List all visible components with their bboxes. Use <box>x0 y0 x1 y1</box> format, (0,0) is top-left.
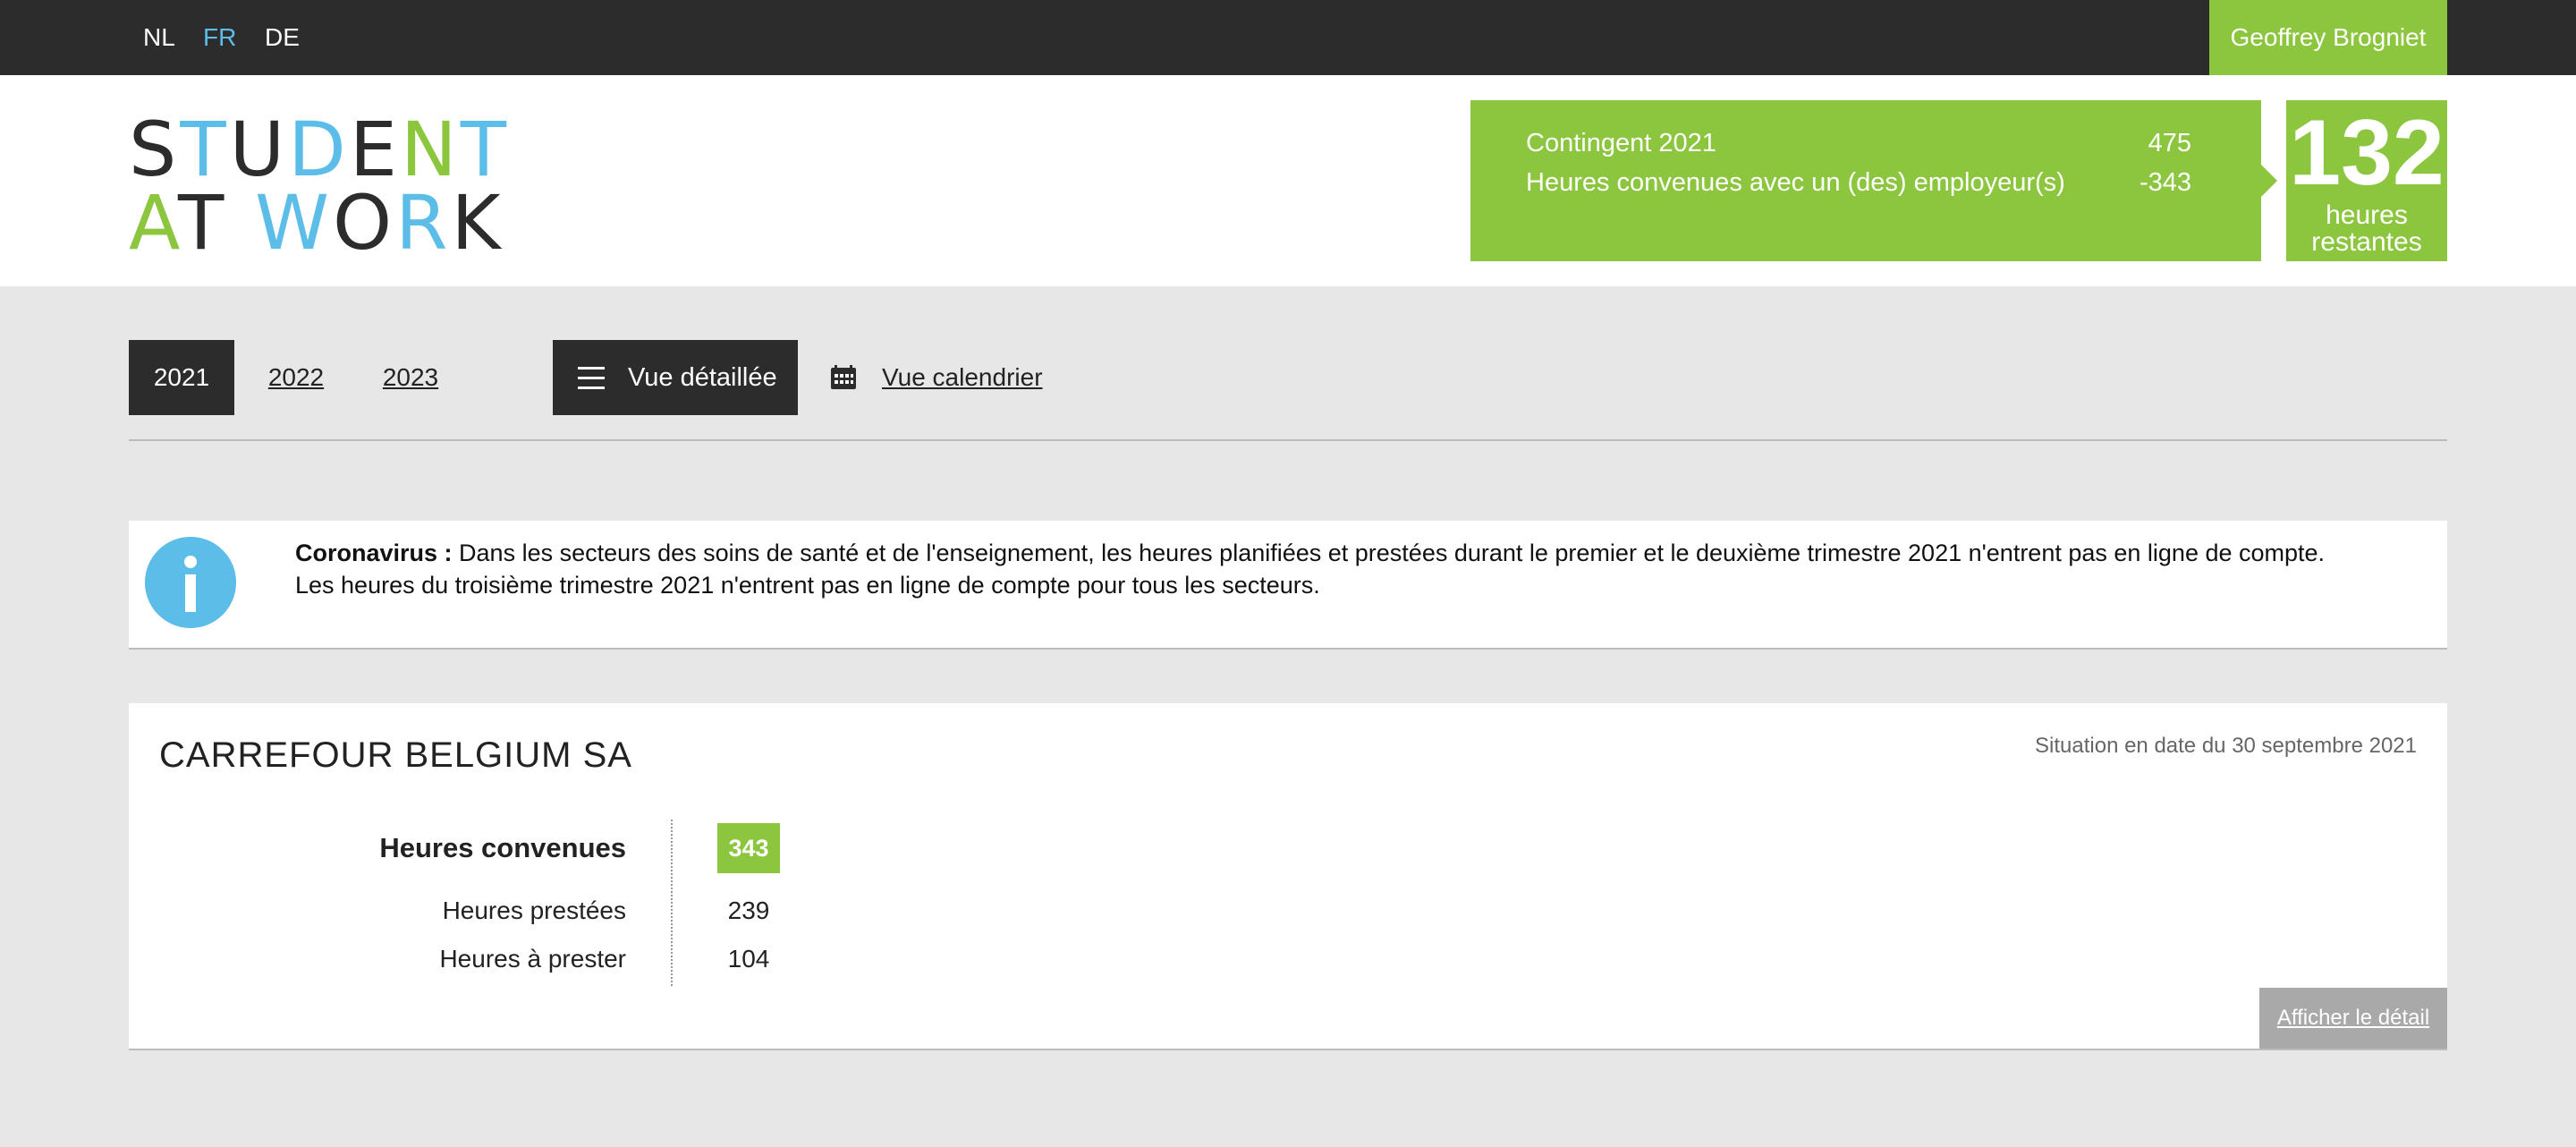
logo-line-1: STUDENT <box>129 106 511 193</box>
info-line-2: Les heures du troisième trimestre 2021 n… <box>295 572 1320 599</box>
contingent-row: Contingent 2021 475 <box>1526 129 2191 158</box>
hours-to-perform-value: 104 <box>727 945 770 973</box>
contingent-label: Contingent 2021 <box>1526 129 1716 157</box>
remaining-hours-value: 132 <box>2289 101 2445 205</box>
list-menu-icon <box>578 367 605 390</box>
agreed-hours-label: Heures convenues <box>379 832 626 863</box>
situation-date: Situation en date du 30 septembre 2021 <box>2035 734 2417 758</box>
student-at-work-logo[interactable]: STUDENT AT WORK <box>129 106 511 267</box>
performed-hours-value: 239 <box>727 896 770 924</box>
hours-to-perform-label: Heures à prester <box>439 945 626 973</box>
info-bold-prefix: Coronavirus : <box>295 540 453 566</box>
info-message: Coronavirus : Dans les secteurs des soin… <box>295 537 2424 601</box>
calendar-icon[interactable] <box>830 363 857 390</box>
contingent-panel: Contingent 2021 475 Heures convenues ave… <box>1470 100 2261 261</box>
logo-line-2: AT WORK <box>129 179 504 267</box>
lang-fr-link[interactable]: FR <box>203 23 236 52</box>
toolbar-divider <box>129 439 2447 441</box>
lang-nl-link[interactable]: NL <box>143 23 175 52</box>
user-menu-button[interactable]: Geoffrey Brogniet <box>2209 0 2447 75</box>
remaining-hours-label-1: heures <box>2326 200 2408 230</box>
employer-name: CARREFOUR BELGIUM SA <box>159 735 632 775</box>
info-icon <box>145 537 236 628</box>
info-box: Coronavirus : Dans les secteurs des soin… <box>129 521 2447 650</box>
top-bar: NL FR DE Geoffrey Brogniet <box>0 0 2576 75</box>
remaining-hours-label-2: restantes <box>2311 227 2422 257</box>
performed-hours-label: Heures prestées <box>442 896 626 924</box>
lang-de-link[interactable]: DE <box>265 23 300 52</box>
year-tab-2021[interactable]: 2021 <box>129 340 234 415</box>
info-line-1: Dans les secteurs des soins de santé et … <box>452 540 2326 566</box>
detail-view-label: Vue détaillée <box>628 362 777 392</box>
agreed-hours-value: -343 <box>2139 168 2191 197</box>
contingent-value: 475 <box>2148 129 2191 157</box>
agreed-hours-badge: 343 <box>717 823 780 873</box>
agreed-hours-row: Heures convenues avec un (des) employeur… <box>1526 168 2191 198</box>
year-tab-2023[interactable]: 2023 <box>372 340 449 415</box>
panel-arrow <box>2261 165 2277 197</box>
vertical-divider <box>671 820 673 986</box>
year-tab-2022[interactable]: 2022 <box>258 340 335 415</box>
employer-card: CARREFOUR BELGIUM SA Situation en date d… <box>129 703 2447 1050</box>
agreed-hours-label: Heures convenues avec un (des) employeur… <box>1526 168 2065 197</box>
detail-view-button[interactable]: Vue détaillée <box>553 340 798 415</box>
header: STUDENT AT WORK Contingent 2021 475 Heur… <box>0 75 2576 286</box>
show-detail-button[interactable]: Afficher le détail <box>2259 988 2447 1049</box>
calendar-view-link[interactable]: Vue calendrier <box>882 363 1043 392</box>
remaining-hours-box: 132 heures restantes <box>2286 100 2447 261</box>
